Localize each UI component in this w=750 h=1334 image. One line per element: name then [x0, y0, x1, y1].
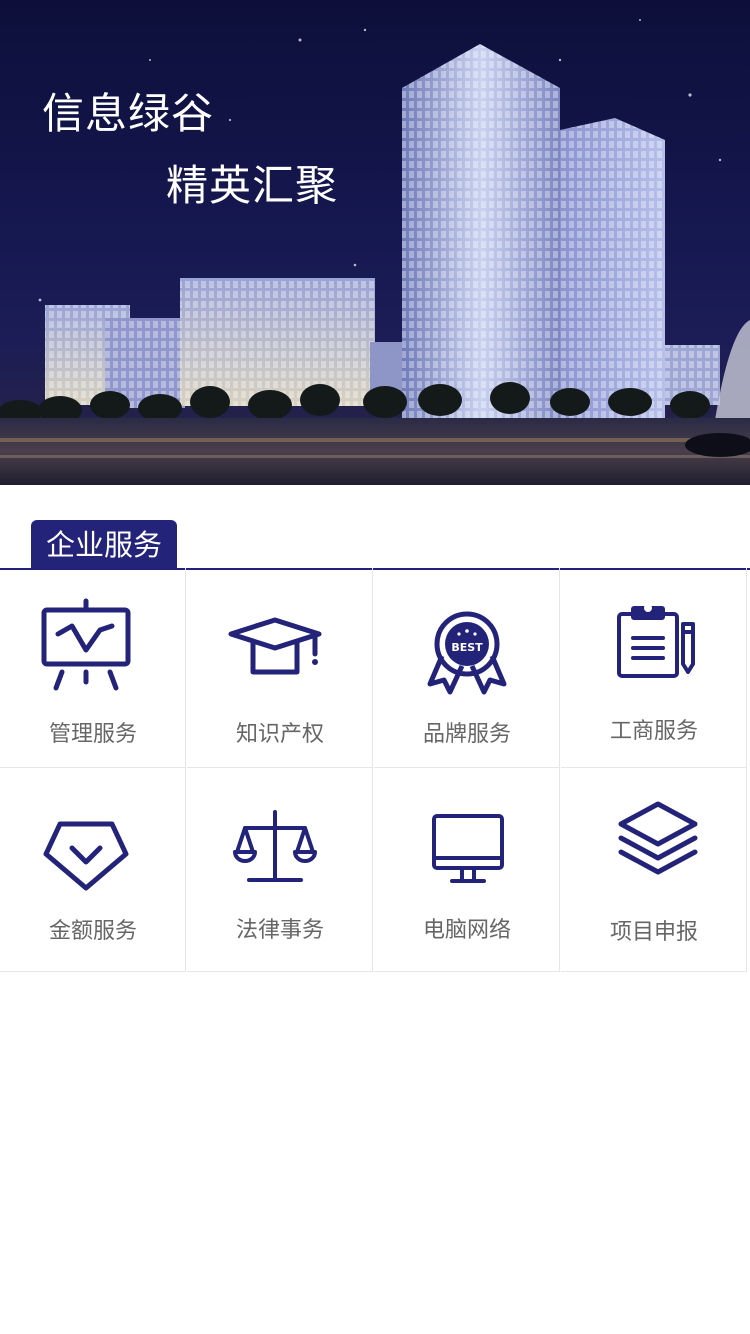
badge-text: BEST [451, 641, 483, 654]
service-label: 工商服务 [609, 719, 698, 744]
service-item-management[interactable]: 管理服务 [0, 568, 186, 768]
presentation-chart-icon [41, 598, 131, 691]
layers-icon [618, 801, 698, 875]
service-item-finance[interactable]: 金额服务 [0, 768, 186, 972]
service-item-legal[interactable]: 法律事务 [187, 768, 373, 972]
service-label: 管理服务 [48, 722, 137, 747]
service-label: 金额服务 [48, 919, 137, 944]
city-skyline-image [0, 19, 750, 485]
section-header: 企业服务 [0, 520, 750, 570]
balance-scale-icon [233, 810, 317, 882]
banner-slogan-line1: 信息绿谷 [42, 89, 215, 138]
best-award-badge-icon: BEST [427, 611, 507, 695]
service-item-project-application[interactable]: 项目申报 [561, 768, 747, 972]
service-label: 知识产权 [235, 722, 324, 747]
service-label: 品牌服务 [422, 722, 511, 747]
service-label: 法律事务 [235, 918, 324, 943]
diamond-icon [43, 821, 129, 891]
service-label: 项目申报 [609, 920, 698, 945]
service-item-computer-network[interactable]: 电脑网络 [374, 768, 560, 972]
service-label: 电脑网络 [422, 918, 511, 943]
hero-banner: 信息绿谷 精英汇聚 [0, 0, 750, 485]
section-title-tab: 企业服务 [31, 520, 177, 568]
computer-monitor-icon [432, 814, 504, 883]
service-grid: 管理服务 知识产权 BEST 品牌服务 工商服务 金额服务 法律事务 电脑网络 … [0, 568, 748, 972]
clipboard-pencil-icon [617, 604, 695, 678]
service-item-ip[interactable]: 知识产权 [187, 568, 373, 768]
service-item-brand[interactable]: BEST 品牌服务 [374, 568, 560, 768]
graduation-cap-icon [228, 617, 322, 675]
service-item-commerce[interactable]: 工商服务 [561, 568, 747, 768]
banner-slogan-line2: 精英汇聚 [166, 161, 339, 210]
